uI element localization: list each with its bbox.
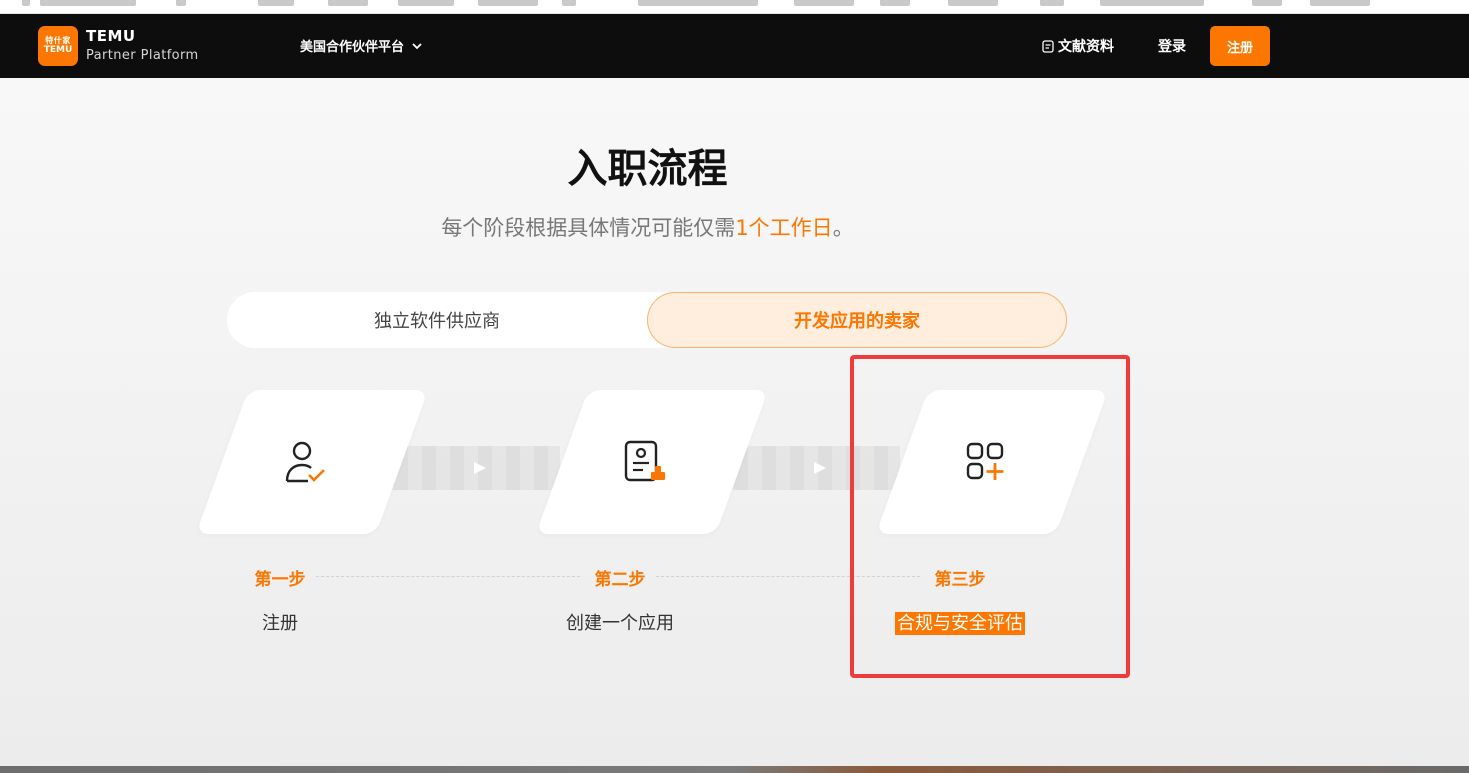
top-navbar: 特什家 TEMU TEMU Partner Platform 美国合作伙伴平台 …: [0, 14, 1469, 78]
bookmark-favicon[interactable]: [176, 0, 186, 6]
brand-title: TEMU: [86, 27, 136, 45]
page-title: 入职流程: [567, 146, 728, 192]
bookmark-item[interactable]: [948, 0, 998, 6]
bookmark-item[interactable]: [794, 0, 854, 6]
docs-label: 文献资料: [1058, 39, 1114, 55]
docs-link[interactable]: 文献资料: [1042, 36, 1114, 56]
bookmark-item[interactable]: [40, 0, 136, 6]
bookmark-item[interactable]: [1310, 0, 1370, 6]
step-2-name: 创建一个应用: [566, 613, 674, 634]
bookmark-item[interactable]: [398, 0, 454, 6]
step-1-name: 注册: [262, 613, 298, 634]
tab-bar: 独立软件供应商 开发应用的卖家: [227, 292, 1067, 348]
step-1-label: 第一步: [254, 570, 306, 590]
subtitle-suffix: 。: [832, 216, 854, 240]
document-user-icon: [624, 440, 665, 482]
region-dropdown[interactable]: 美国合作伙伴平台: [300, 36, 424, 55]
user-check-icon: [285, 441, 325, 483]
bookmark-item[interactable]: [638, 0, 758, 6]
bookmark-item[interactable]: [562, 0, 576, 6]
bookmark-item[interactable]: [1252, 0, 1282, 6]
bookmark-item[interactable]: [880, 0, 910, 6]
logo-bottom-text: TEMU: [43, 45, 73, 55]
brand-subtitle: Partner Platform: [86, 48, 199, 63]
bookmark-item[interactable]: [1100, 0, 1204, 6]
bookmark-item[interactable]: [1040, 0, 1064, 6]
bookmark-item[interactable]: [328, 0, 368, 6]
logo-top-text: 特什家: [45, 36, 71, 45]
page-subtitle: 每个阶段根据具体情况可能仅需1个工作日。: [0, 212, 1295, 242]
step-2-label: 第二步: [594, 570, 646, 590]
step-3-highlight-box: [850, 355, 1130, 678]
subtitle-highlight: 1个工作日: [735, 216, 833, 240]
subtitle-text: 每个阶段根据具体情况可能仅需: [441, 216, 736, 240]
login-link[interactable]: 登录: [1158, 36, 1186, 56]
chevron-down-icon: [412, 42, 422, 49]
region-label: 美国合作伙伴平台: [300, 40, 405, 55]
document-icon: [1042, 39, 1054, 53]
step-divider: [316, 576, 580, 577]
next-section-edge: [0, 766, 1469, 773]
temu-logo[interactable]: 特什家 TEMU: [38, 26, 78, 66]
arrow-right-icon: [814, 462, 826, 474]
bookmark-item[interactable]: [258, 0, 294, 6]
onboarding-section: 入职流程 每个阶段根据具体情况可能仅需1个工作日。 独立软件供应商 开发应用的卖…: [0, 78, 1469, 766]
register-button[interactable]: 注册: [1210, 26, 1270, 66]
bookmarks-bar: [0, 0, 1469, 14]
bookmark-item[interactable]: [478, 0, 538, 6]
arrow-right-icon: [474, 462, 486, 474]
step-connector: [380, 446, 560, 490]
bookmark-favicon[interactable]: [22, 0, 30, 6]
tab-isv[interactable]: 独立软件供应商: [227, 292, 647, 348]
tab-app-seller[interactable]: 开发应用的卖家: [647, 292, 1067, 348]
